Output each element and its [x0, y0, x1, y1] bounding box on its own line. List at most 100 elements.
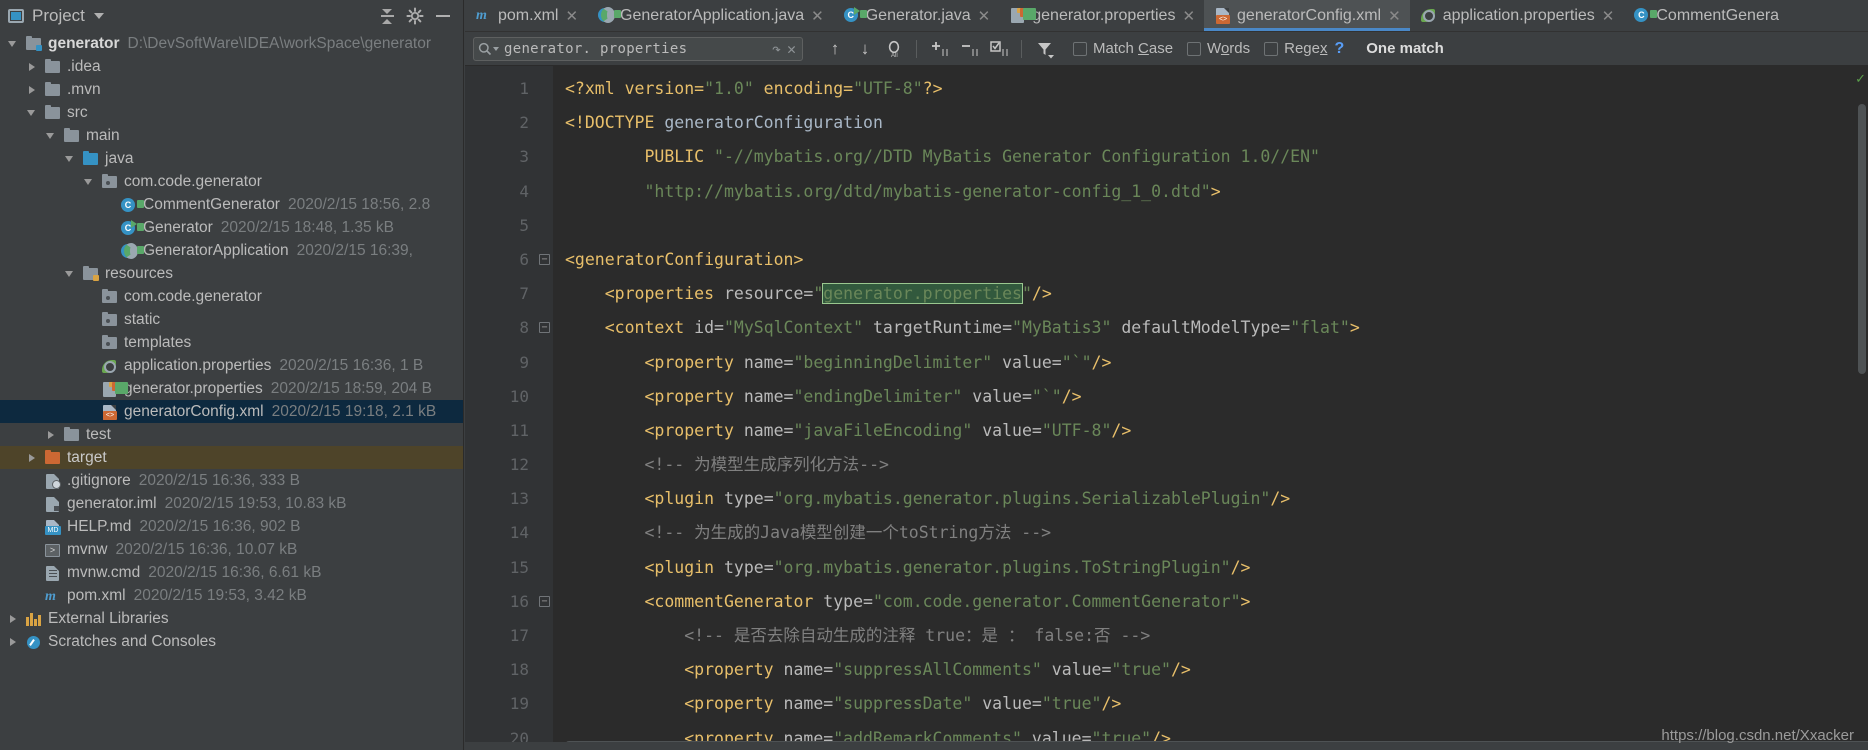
code-line[interactable]: <context id="MySqlContext" targetRuntime… — [565, 311, 1868, 345]
chevron-right-icon[interactable] — [25, 451, 39, 465]
search-match-highlight[interactable]: generator.properties — [822, 283, 1023, 305]
search-history-icon[interactable]: ↷ — [772, 40, 781, 58]
code-editor[interactable]: 1 2 3 4 5 6−7 8−9 10 11 12 13 14 15 16−17 18 19 20 <?xml… — [465, 66, 1868, 750]
match-case-checkbox[interactable]: Match Case — [1073, 40, 1173, 57]
code-line[interactable]: <generatorConfiguration> — [565, 243, 1868, 277]
code-line[interactable]: <plugin type="org.mybatis.generator.plug… — [565, 551, 1868, 585]
chevron-down-icon[interactable] — [63, 267, 77, 281]
editor-tab-generatorapplication-java[interactable]: C GeneratorApplication.java ✕ — [587, 0, 833, 31]
tree-row-generator[interactable]: generator D:\DevSoftWare\IDEA\workSpace\g… — [0, 32, 463, 55]
code-line[interactable]: PUBLIC "-//mybatis.org//DTD MyBatis Gene… — [565, 140, 1868, 174]
tree-row-generatorconfig-xml[interactable]: <> generatorConfig.xml 2020/2/15 19:18, 2.… — [0, 400, 463, 423]
code-line[interactable]: <commentGenerator type="com.code.generat… — [565, 585, 1868, 619]
arrow-up-icon[interactable]: ↑ — [821, 36, 849, 62]
code-line[interactable]: <property name="suppressDate" value="tru… — [565, 687, 1868, 721]
code-content[interactable]: <?xml version="1.0" encoding="UTF-8"?> <!… — [553, 66, 1868, 750]
editor-tab-bar[interactable]: m pom.xml ✕ C GeneratorApplication.java ✕ C Gen… — [465, 0, 1868, 32]
editor-tab-application-properties[interactable]: application.properties ✕ — [1410, 0, 1624, 31]
tree-row-templates[interactable]: templates — [0, 331, 463, 354]
close-icon[interactable]: ✕ — [787, 40, 796, 58]
tree-row-mvn[interactable]: .mvn — [0, 78, 463, 101]
chevron-right-icon[interactable] — [44, 428, 58, 442]
editor-tab-generator-properties[interactable]: generator.properties ✕ — [999, 0, 1204, 31]
tree-row-generatorapplication[interactable]: C GeneratorApplication 2020/2/15 16:39, — [0, 239, 463, 262]
tree-row-pom-xml[interactable]: m pom.xml 2020/2/15 19:53, 3.42 kB — [0, 584, 463, 607]
select-all-lines-icon[interactable] — [986, 36, 1014, 62]
editor-tab-generatorconfig-xml[interactable]: <> generatorConfig.xml ✕ — [1204, 0, 1410, 31]
tree-row-idea[interactable]: .idea — [0, 55, 463, 78]
chevron-right-icon[interactable] — [6, 612, 20, 626]
close-icon[interactable]: ✕ — [1388, 7, 1401, 25]
code-line[interactable]: <properties resource="generator.properti… — [565, 277, 1868, 311]
chevron-down-icon[interactable] — [93, 13, 104, 19]
tree-row-mvnw-cmd[interactable]: mvnw.cmd 2020/2/15 16:36, 6.61 kB — [0, 561, 463, 584]
gear-icon[interactable] — [403, 4, 427, 28]
help-question-icon[interactable]: ? — [1334, 40, 1344, 58]
close-icon[interactable]: ✕ — [1602, 7, 1615, 25]
words-checkbox[interactable]: Words — [1187, 40, 1250, 57]
chevron-right-icon[interactable] — [25, 60, 39, 74]
select-all-occurrences-icon[interactable]: All — [881, 36, 909, 62]
tree-row-mvnw[interactable]: > mvnw 2020/2/15 16:36, 10.07 kB — [0, 538, 463, 561]
line-number-gutter[interactable]: 1 2 3 4 5 6−7 8−9 10 11 12 13 14 15 16−17 18 19 20 — [465, 66, 553, 750]
search-input[interactable]: generator. properties ↷ ✕ — [473, 36, 803, 61]
project-file-tree[interactable]: generator D:\DevSoftWare\IDEA\workSpace\g… — [0, 32, 463, 750]
fold-collapse-icon[interactable]: − — [539, 253, 550, 265]
code-line[interactable]: <property name="javaFileEncoding" value=… — [565, 414, 1868, 448]
tree-row-src[interactable]: src — [0, 101, 463, 124]
close-icon[interactable]: ✕ — [811, 7, 824, 25]
tree-row-generator[interactable]: C Generator 2020/2/15 18:48, 1.35 kB — [0, 216, 463, 239]
close-icon[interactable]: ✕ — [565, 7, 578, 25]
tree-row-test[interactable]: test — [0, 423, 463, 446]
arrow-down-icon[interactable]: ↓ — [851, 36, 879, 62]
code-line[interactable]: <property name="suppressAllComments" val… — [565, 653, 1868, 687]
chevron-down-icon[interactable] — [63, 152, 77, 166]
chevron-right-icon[interactable] — [25, 83, 39, 97]
hide-panel-icon[interactable] — [431, 4, 455, 28]
close-icon[interactable]: ✕ — [978, 7, 991, 25]
regex-box[interactable] — [1264, 41, 1279, 56]
tree-row-external-libraries[interactable]: External Libraries — [0, 607, 463, 630]
close-icon[interactable]: ✕ — [1182, 7, 1195, 25]
code-line[interactable]: <property name="beginningDelimiter" valu… — [565, 346, 1868, 380]
tree-row-gitignore[interactable]: .gitignore 2020/2/15 16:36, 333 B — [0, 469, 463, 492]
match-case-box[interactable] — [1073, 41, 1087, 56]
chevron-down-icon[interactable] — [25, 106, 39, 120]
tree-row-commentgenerator[interactable]: C CommentGenerator 2020/2/15 18:56, 2.8 — [0, 193, 463, 216]
code-line[interactable]: "http://mybatis.org/dtd/mybatis-generato… — [565, 175, 1868, 209]
tree-row-help-md[interactable]: MD HELP.md 2020/2/15 16:36, 902 B — [0, 515, 463, 538]
fold-collapse-icon[interactable]: − — [539, 595, 550, 607]
tree-row-main[interactable]: main — [0, 124, 463, 147]
tree-row-com-code-generator[interactable]: com.code.generator — [0, 170, 463, 193]
editor-tab-pom-xml[interactable]: m pom.xml ✕ — [465, 0, 587, 31]
code-line[interactable]: <?xml version="1.0" encoding="UTF-8"?> — [565, 72, 1868, 106]
tree-row-application-properties[interactable]: application.properties 2020/2/15 16:36, 1… — [0, 354, 463, 377]
tree-row-generator-properties[interactable]: generator.properties 2020/2/15 18:59, 204… — [0, 377, 463, 400]
add-selection-icon[interactable] — [926, 36, 954, 62]
editor-tab-commentgenera[interactable]: C CommentGenera — [1623, 0, 1795, 31]
inspection-ok-icon[interactable]: ✓ — [1855, 71, 1866, 87]
words-box[interactable] — [1187, 41, 1202, 56]
remove-selection-icon[interactable] — [956, 36, 984, 62]
collapse-all-icon[interactable] — [375, 4, 399, 28]
chevron-down-icon[interactable] — [44, 129, 58, 143]
tree-row-com-code-generator[interactable]: com.code.generator — [0, 285, 463, 308]
code-line[interactable] — [565, 209, 1868, 243]
tree-row-target[interactable]: target — [0, 446, 463, 469]
code-line[interactable]: <!-- 为模型生成序列化方法--> — [565, 448, 1868, 482]
chevron-down-icon[interactable] — [6, 37, 20, 51]
editor-tab-generator-java[interactable]: C Generator.java ✕ — [833, 0, 1000, 31]
code-line[interactable]: <!DOCTYPE generatorConfiguration — [565, 106, 1868, 140]
chevron-right-icon[interactable] — [6, 635, 20, 649]
tree-row-scratches-and-consoles[interactable]: Scratches and Consoles — [0, 630, 463, 653]
editor-markers-strip[interactable]: ✓ — [1854, 66, 1868, 750]
vertical-scrollbar[interactable] — [1858, 104, 1866, 374]
code-line[interactable]: <!-- 是否去除自动生成的注释 true：是 ： false:否 --> — [565, 619, 1868, 653]
code-line[interactable]: <plugin type="org.mybatis.generator.plug… — [565, 482, 1868, 516]
fold-collapse-icon[interactable]: − — [539, 322, 550, 334]
code-line[interactable]: <property name="endingDelimiter" value="… — [565, 380, 1868, 414]
tree-row-java[interactable]: java — [0, 147, 463, 170]
regex-checkbox[interactable]: Regex — [1264, 40, 1327, 57]
tree-row-generator-iml[interactable]: generator.iml 2020/2/15 19:53, 10.83 kB — [0, 492, 463, 515]
tree-row-resources[interactable]: resources — [0, 262, 463, 285]
